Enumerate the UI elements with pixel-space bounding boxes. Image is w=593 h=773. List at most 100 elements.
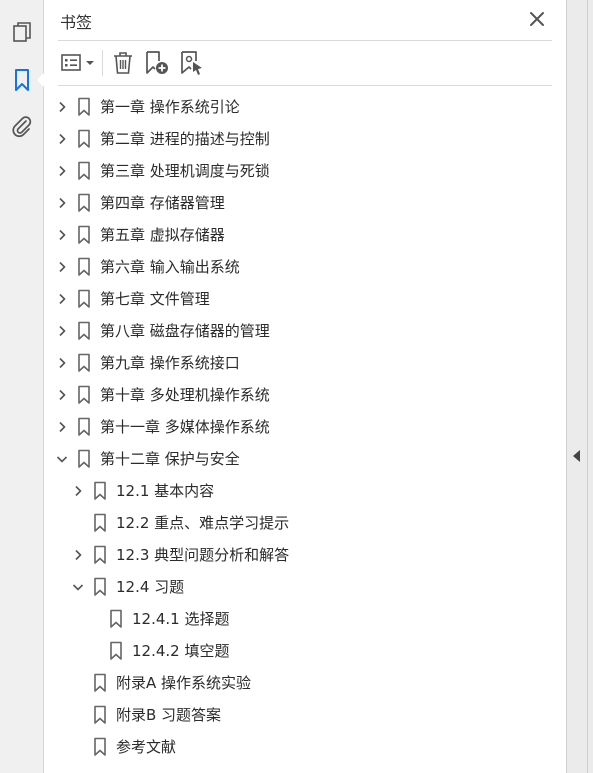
bookmark-icon (77, 385, 91, 405)
bookmark-item[interactable]: 第二章 进程的描述与控制 (44, 123, 566, 155)
bookmark-label: 第七章 文件管理 (100, 290, 210, 308)
bookmark-label: 参考文献 (116, 738, 177, 756)
page-thumbnails-button[interactable] (8, 19, 36, 47)
bookmark-label: 第四章 存储器管理 (100, 194, 225, 212)
gutter-line (587, 0, 588, 773)
bookmark-item[interactable]: 第四章 存储器管理 (44, 187, 566, 219)
bookmark-item[interactable]: 12.4 习题 (44, 571, 566, 603)
chevron-right-icon[interactable] (54, 419, 70, 435)
toolbar-separator (102, 50, 103, 76)
bookmark-label: 12.3 典型问题分析和解答 (116, 546, 290, 564)
attachments-button[interactable] (8, 112, 36, 140)
bookmark-icon (93, 737, 107, 757)
chevron-right-icon[interactable] (54, 227, 70, 243)
bookmark-item[interactable]: 12.4.1 选择题 (44, 603, 566, 635)
chevron-right-icon[interactable] (70, 483, 86, 499)
bookmark-item[interactable]: 参考文献 (44, 731, 566, 763)
bookmark-item[interactable]: 第十二章 保护与安全 (44, 443, 566, 475)
bookmark-item[interactable]: 12.1 基本内容 (44, 475, 566, 507)
chevron-right-icon[interactable] (54, 99, 70, 115)
bookmark-label: 第十一章 多媒体操作系统 (100, 418, 270, 436)
bookmark-tree: 第一章 操作系统引论第二章 进程的描述与控制 第三章 处理机调度与死锁 第四章 存储… (44, 91, 566, 763)
close-icon (530, 12, 544, 26)
delete-bookmark-button[interactable] (110, 48, 136, 78)
bookmark-label: 12.4.2 填空题 (132, 642, 230, 660)
bookmark-icon (77, 257, 91, 277)
chevron-right-icon[interactable] (54, 387, 70, 403)
attachment-icon (12, 116, 32, 138)
bookmark-from-selection-button[interactable] (178, 48, 206, 78)
chevron-right-icon[interactable] (54, 323, 70, 339)
divider (58, 85, 552, 86)
bookmarks-button[interactable] (8, 66, 36, 94)
bookmark-label: 第一章 操作系统引论 (100, 98, 240, 116)
bookmark-label: 12.4 习题 (116, 578, 185, 596)
bookmark-item[interactable]: 第一章 操作系统引论 (44, 91, 566, 123)
bookmark-item[interactable]: 12.3 典型问题分析和解答 (44, 539, 566, 571)
chevron-right-icon[interactable] (54, 195, 70, 211)
new-bookmark-button[interactable] (143, 48, 171, 78)
panel-title: 书签 (60, 13, 93, 32)
bookmark-label: 第三章 处理机调度与死锁 (100, 162, 270, 180)
chevron-right-icon[interactable] (54, 131, 70, 147)
bookmark-icon (77, 161, 91, 181)
options-menu-button[interactable] (58, 48, 98, 78)
panel-splitter[interactable] (566, 0, 593, 773)
bookmark-icon (93, 481, 107, 501)
bookmark-item[interactable]: 第七章 文件管理 (44, 283, 566, 315)
bookmark-icon (93, 545, 107, 565)
delete-icon (114, 52, 132, 74)
bookmarks-panel: 书签 第一章 操作系统引论 第二章 进程的描述与控制 第三章 处理机调度与死锁 … (44, 0, 566, 773)
bookmark-item[interactable]: 第十章 多处理机操作系统 (44, 379, 566, 411)
chevron-right-icon[interactable] (54, 355, 70, 371)
bookmark-icon (109, 641, 123, 661)
bookmark-label: 第十章 多处理机操作系统 (100, 386, 270, 404)
divider (58, 40, 552, 41)
bookmark-icon (15, 69, 29, 91)
bookmark-icon (77, 97, 91, 117)
chevron-right-icon[interactable] (70, 547, 86, 563)
bookmark-item[interactable]: 第五章 虚拟存储器 (44, 219, 566, 251)
bookmark-item[interactable]: 第三章 处理机调度与死锁 (44, 155, 566, 187)
bookmark-icon (77, 129, 91, 149)
bookmark-label: 附录A 操作系统实验 (116, 674, 252, 692)
bookmark-label: 附录B 习题答案 (116, 706, 222, 724)
chevron-down-icon[interactable] (54, 451, 70, 467)
bookmark-icon (77, 417, 91, 437)
chevron-right-icon[interactable] (54, 163, 70, 179)
bookmark-item[interactable]: 12.4.2 填空题 (44, 635, 566, 667)
bookmark-icon (93, 513, 107, 533)
bookmark-label: 第二章 进程的描述与控制 (100, 130, 270, 148)
close-button[interactable] (526, 8, 548, 30)
bookmark-icon (93, 705, 107, 725)
new-bookmark-icon (146, 51, 168, 74)
bookmark-label: 第九章 操作系统接口 (100, 354, 240, 372)
bookmark-from-selection-icon (181, 51, 202, 75)
bookmark-label: 12.1 基本内容 (116, 482, 215, 500)
bookmark-item[interactable]: 12.2 重点、难点学习提示 (44, 507, 566, 539)
bookmark-item[interactable]: 第十一章 多媒体操作系统 (44, 411, 566, 443)
chevron-right-icon[interactable] (54, 259, 70, 275)
bookmark-item[interactable]: 附录A 操作系统实验 (44, 667, 566, 699)
bookmark-item[interactable]: 第九章 操作系统接口 (44, 347, 566, 379)
bookmark-icon (77, 353, 91, 373)
bookmark-label: 第八章 磁盘存储器的管理 (100, 322, 270, 340)
bookmark-item[interactable]: 第八章 磁盘存储器的管理 (44, 315, 566, 347)
bookmark-label: 第十二章 保护与安全 (100, 450, 240, 468)
collapse-left-icon (573, 450, 580, 462)
bookmark-icon (77, 321, 91, 341)
chevron-down-icon[interactable] (70, 579, 86, 595)
collapse-panel-button[interactable] (572, 448, 582, 464)
bookmark-icon (109, 609, 123, 629)
bookmark-icon (77, 225, 91, 245)
bookmark-label: 12.2 重点、难点学习提示 (116, 514, 290, 532)
bookmark-item[interactable]: 附录B 习题答案 (44, 699, 566, 731)
bookmark-label: 第五章 虚拟存储器 (100, 226, 225, 244)
bookmark-icon (93, 577, 107, 597)
bookmark-label: 第六章 输入输出系统 (100, 258, 240, 276)
bookmark-icon (77, 193, 91, 213)
chevron-right-icon[interactable] (54, 291, 70, 307)
bookmark-icon (93, 673, 107, 693)
bookmark-icon (77, 289, 91, 309)
bookmark-item[interactable]: 第六章 输入输出系统 (44, 251, 566, 283)
